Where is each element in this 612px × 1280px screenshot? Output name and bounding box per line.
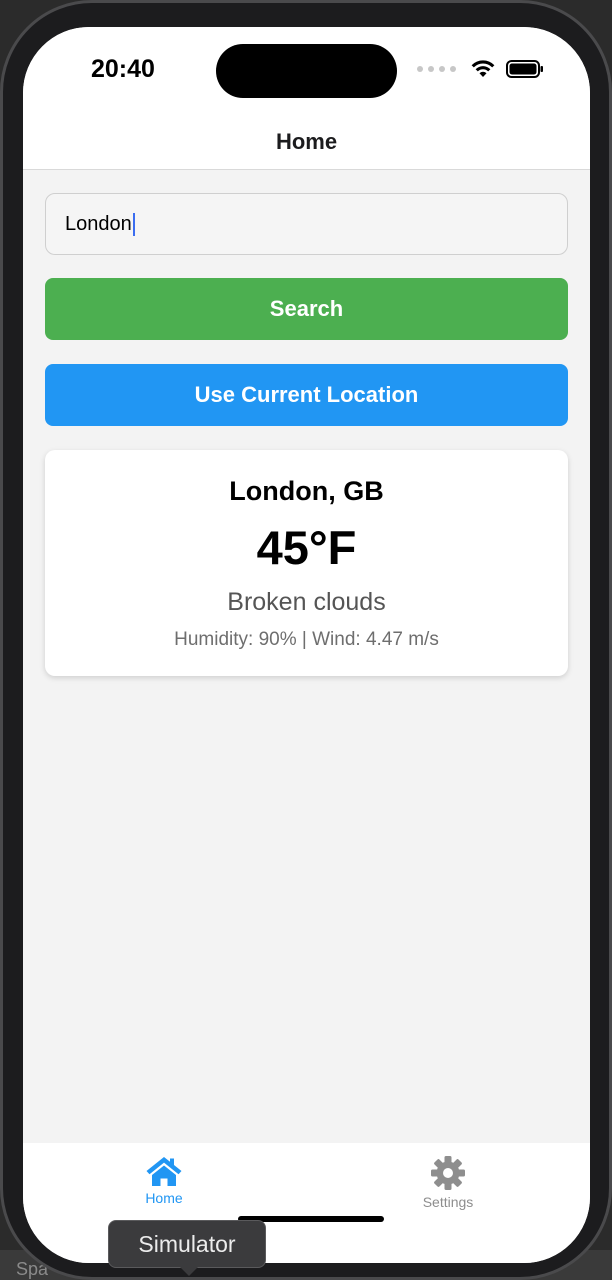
simulator-tooltip: Simulator xyxy=(108,1220,266,1268)
tooltip-arrow xyxy=(180,1267,198,1276)
weather-temperature: 45°F xyxy=(256,521,357,574)
main-content: London Search Use Current Location Londo… xyxy=(23,170,590,1143)
tab-home-label: Home xyxy=(145,1190,183,1206)
signal-dots-icon xyxy=(417,66,456,72)
phone-frame: 20:40 Home London Search Use Current Loc… xyxy=(0,0,612,1280)
wifi-icon xyxy=(471,60,495,77)
weather-location: London, GB xyxy=(229,476,384,506)
app-screen: 20:40 Home London Search Use Current Loc… xyxy=(23,27,590,1263)
tab-settings[interactable]: Settings xyxy=(388,1155,508,1215)
search-input-value: London xyxy=(65,212,132,235)
navigation-header: Home xyxy=(23,115,590,170)
status-time: 20:40 xyxy=(91,55,155,83)
search-button[interactable]: Search xyxy=(45,278,568,340)
dynamic-island xyxy=(216,44,397,98)
use-current-location-button[interactable]: Use Current Location xyxy=(45,364,568,426)
battery-icon xyxy=(506,60,543,78)
tab-settings-label: Settings xyxy=(422,1194,474,1210)
gear-icon xyxy=(431,1156,465,1190)
weather-details: Humidity: 90% | Wind: 4.47 m/s xyxy=(174,629,439,650)
weather-description: Broken clouds xyxy=(227,588,386,616)
page-title: Home xyxy=(275,129,338,154)
status-icons xyxy=(417,59,544,79)
text-caret xyxy=(132,212,135,236)
home-icon xyxy=(146,1157,182,1186)
city-search-input[interactable]: London xyxy=(45,193,568,255)
status-bar: 20:40 xyxy=(23,27,590,115)
tab-home[interactable]: Home xyxy=(104,1155,224,1215)
weather-card: London, GB 45°F Broken clouds Humidity: … xyxy=(45,450,568,676)
